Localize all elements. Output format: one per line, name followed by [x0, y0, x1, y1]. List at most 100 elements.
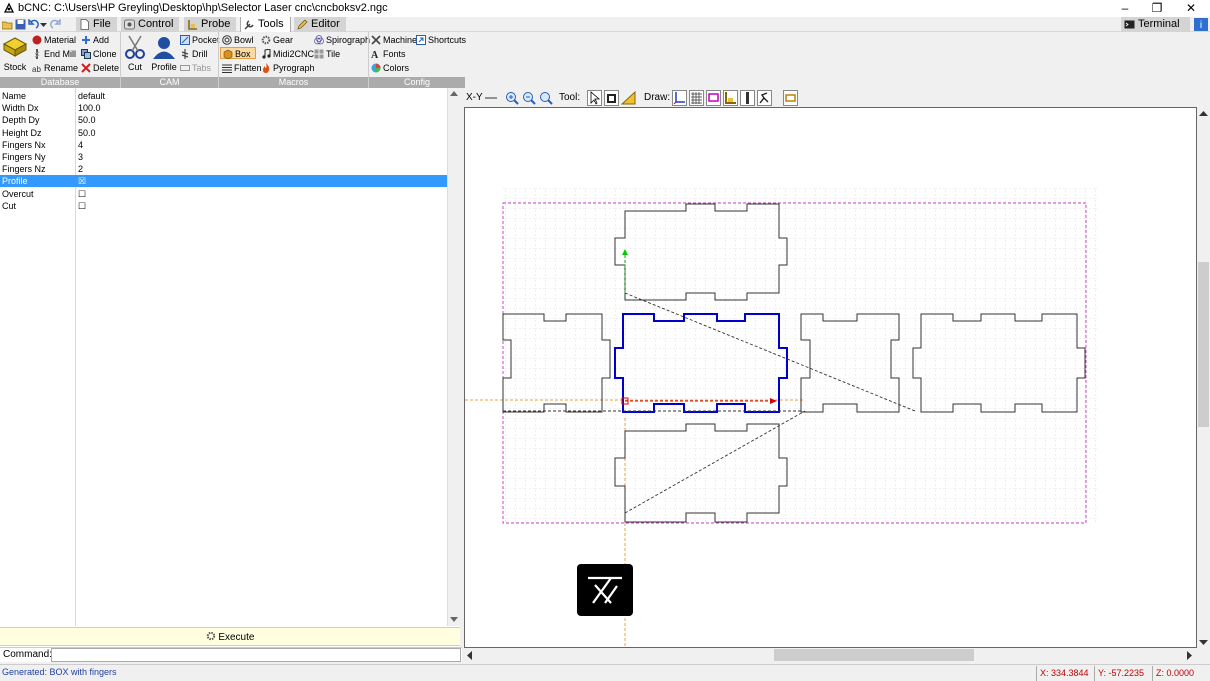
zoom-in-icon[interactable]: [505, 91, 519, 105]
tab-file[interactable]: File: [76, 17, 117, 32]
config-group-label: Config: [369, 77, 465, 88]
grid-icon[interactable]: [689, 90, 704, 106]
profile-button[interactable]: Profile: [150, 34, 178, 74]
help-icon[interactable]: i: [1194, 18, 1208, 31]
property-name: Height Dz: [2, 127, 42, 138]
tab-probe[interactable]: Probe: [184, 17, 237, 32]
tab-file-label: File: [93, 18, 111, 30]
property-row[interactable]: Width Dx 100.0: [0, 102, 447, 114]
shortcuts-button[interactable]: Shortcuts: [416, 34, 466, 46]
pyrograph-button[interactable]: Pyrograph: [261, 62, 315, 74]
tab-editor[interactable]: Editor: [294, 17, 346, 32]
minimize-button[interactable]: –: [1108, 0, 1142, 17]
property-row[interactable]: Name default: [0, 90, 447, 102]
property-name: Fingers Ny: [2, 152, 46, 162]
property-row[interactable]: Depth Dy 50.0: [0, 114, 447, 126]
colors-button[interactable]: Colors: [371, 62, 409, 74]
rename-button[interactable]: ab Rename: [32, 62, 78, 74]
drill-button[interactable]: Drill: [180, 48, 208, 60]
gcode-drawing[interactable]: [465, 108, 1198, 649]
zoom-out-icon[interactable]: [522, 91, 536, 105]
view-dropdown-icon[interactable]: [485, 96, 497, 100]
property-value[interactable]: 4: [78, 139, 83, 151]
property-row[interactable]: Height Dz 50.0: [0, 127, 447, 139]
editor-icon: [297, 19, 308, 30]
scroll-down-icon[interactable]: [1199, 638, 1208, 646]
restore-button[interactable]: ❐: [1140, 0, 1174, 17]
scroll-right-icon[interactable]: [1185, 651, 1193, 660]
property-row[interactable]: Fingers Ny 3: [0, 151, 447, 163]
midi2cnc-button[interactable]: Midi2CNC: [261, 48, 314, 60]
property-value[interactable]: ☐: [78, 188, 86, 200]
view-select[interactable]: X-Y: [466, 92, 483, 103]
property-value[interactable]: ☒: [78, 175, 86, 187]
canvas-vertical-scrollbar[interactable]: [1197, 107, 1210, 648]
zoom-fit-icon[interactable]: [539, 91, 553, 105]
horizontal-scroll-thumb[interactable]: [774, 649, 974, 661]
fonts-button[interactable]: A Fonts: [371, 48, 406, 60]
rapid-icon[interactable]: [757, 90, 772, 106]
tab-control[interactable]: Control: [121, 17, 180, 32]
scroll-left-icon[interactable]: [466, 651, 474, 660]
bowl-button[interactable]: Bowl: [222, 34, 254, 46]
open-folder-icon[interactable]: [2, 19, 13, 30]
end-mill-icon: [34, 49, 40, 59]
tabs-button[interactable]: Tabs: [180, 62, 211, 74]
property-row[interactable]: Fingers Nz 2: [0, 163, 447, 175]
property-value[interactable]: default: [78, 90, 105, 102]
delete-icon: [81, 63, 91, 73]
canvas-horizontal-scrollbar[interactable]: [464, 648, 1197, 662]
cut-button[interactable]: Cut: [122, 34, 148, 74]
workarea-icon[interactable]: [740, 90, 755, 106]
tile-button[interactable]: Tile: [314, 48, 340, 60]
pocket-button[interactable]: Pocket: [180, 34, 220, 46]
tab-tools[interactable]: Tools: [240, 17, 291, 32]
undo-icon[interactable]: [28, 19, 39, 30]
terminal-button[interactable]: Terminal: [1121, 17, 1190, 32]
command-input[interactable]: [51, 648, 461, 662]
material-button[interactable]: Material: [32, 34, 76, 46]
flatten-button[interactable]: Flatten: [222, 62, 262, 74]
end-mill-button[interactable]: End Mill: [32, 48, 76, 60]
probe-draw-icon[interactable]: [723, 90, 738, 106]
margins-icon[interactable]: [706, 90, 721, 106]
scroll-up-icon[interactable]: [450, 90, 458, 98]
gear-button[interactable]: Gear: [261, 34, 293, 46]
property-row[interactable]: Profile ☒: [0, 175, 447, 188]
box-button[interactable]: Box: [220, 47, 256, 59]
property-value[interactable]: 100.0: [78, 102, 101, 114]
close-button[interactable]: ✕: [1174, 0, 1208, 17]
music-note-icon: [262, 49, 271, 59]
stock-button[interactable]: Stock: [1, 34, 29, 74]
save-icon[interactable]: [15, 19, 26, 30]
property-row[interactable]: Overcut ☐: [0, 188, 447, 200]
ruler-icon[interactable]: [621, 90, 636, 106]
property-value[interactable]: 50.0: [78, 114, 96, 126]
delete-button[interactable]: Delete: [81, 62, 119, 74]
property-row[interactable]: Fingers Nx 4: [0, 139, 447, 151]
tab-tools-label: Tools: [258, 18, 284, 30]
property-row[interactable]: Cut ☐: [0, 200, 447, 212]
property-value[interactable]: 2: [78, 163, 83, 175]
property-value[interactable]: ☐: [78, 200, 86, 212]
scroll-up-icon[interactable]: [1199, 110, 1208, 118]
pan-icon[interactable]: [604, 90, 619, 106]
spirograph-button[interactable]: Spirograph: [314, 34, 370, 46]
scroll-down-icon[interactable]: [450, 615, 458, 623]
add-button[interactable]: Add: [81, 34, 109, 46]
vertical-scroll-thumb[interactable]: [1198, 262, 1209, 427]
drawing-canvas[interactable]: [464, 107, 1198, 649]
machine-button[interactable]: Machine: [371, 34, 417, 46]
axes-icon[interactable]: [672, 90, 687, 106]
property-value[interactable]: 50.0: [78, 127, 96, 139]
undo-dropdown-icon[interactable]: [40, 19, 47, 30]
window-title: bCNC: C:\Users\HP Greyling\Desktop\hp\Se…: [18, 2, 388, 14]
database-group-label: Database: [0, 77, 120, 88]
select-arrow-icon[interactable]: [587, 90, 602, 106]
clone-button[interactable]: Clone: [81, 48, 117, 60]
paths-icon[interactable]: [783, 90, 798, 106]
redo-icon[interactable]: [50, 19, 61, 30]
property-value[interactable]: 3: [78, 151, 83, 163]
properties-scrollbar[interactable]: [447, 88, 460, 626]
execute-button[interactable]: Execute: [0, 627, 460, 646]
